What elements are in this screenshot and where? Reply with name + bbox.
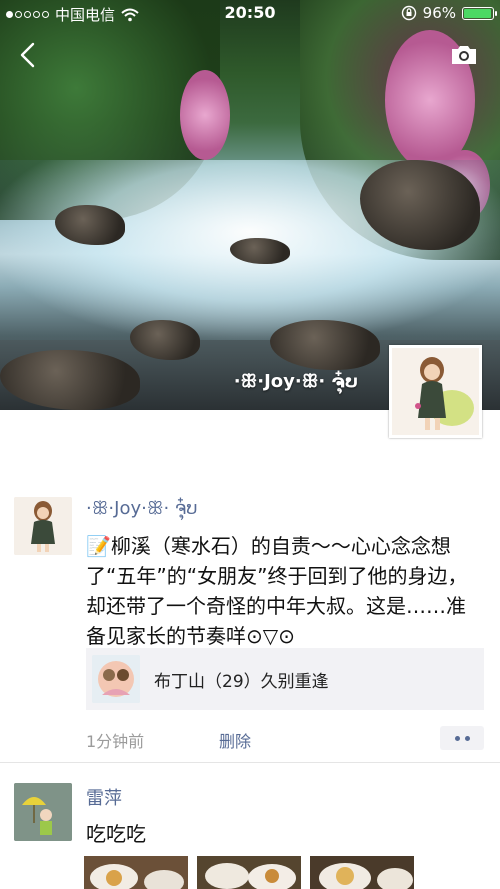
shared-link-thumbnail xyxy=(92,655,140,703)
status-right: 96% xyxy=(401,4,497,22)
post-photo[interactable] xyxy=(197,856,301,889)
dot xyxy=(454,735,460,741)
chevron-left-icon[interactable] xyxy=(14,40,44,70)
post-photo[interactable] xyxy=(310,856,414,889)
post-timestamp: 1分钟前 xyxy=(86,732,145,751)
battery-icon xyxy=(462,6,497,20)
avatar-illustration xyxy=(14,497,72,555)
post-text: 吃吃吃 xyxy=(86,822,146,846)
shared-link-card[interactable]: 布丁山（29）久别重逢 xyxy=(86,648,484,710)
avatar-illustration xyxy=(392,348,479,435)
cover-blossom xyxy=(180,70,230,160)
cover-rock xyxy=(270,320,380,370)
dot xyxy=(464,735,470,741)
battery-fill xyxy=(464,8,491,18)
post-photo[interactable] xyxy=(84,856,188,889)
post-author-name[interactable]: ·ꕥ·Joy·ꕥ· ຈຸ໋ບ xyxy=(86,498,198,519)
cover-avatar[interactable] xyxy=(389,345,482,438)
orientation-lock-icon xyxy=(401,5,416,21)
cover-rock xyxy=(130,320,200,360)
post-author-name[interactable]: 雷萍 xyxy=(86,784,122,810)
status-bar: 中国电信 20:50 96% xyxy=(0,0,500,28)
post-author-avatar[interactable] xyxy=(14,783,72,841)
shared-link-title: 布丁山（29）久别重逢 xyxy=(154,671,329,692)
post-author-avatar[interactable] xyxy=(14,497,72,555)
more-dots-icon[interactable] xyxy=(440,726,484,750)
post-text: 📝柳溪（寒水石）的自责～～心心念念想了“五年”的“女朋友”终于回到了他的身边，却… xyxy=(86,534,468,648)
cover-user-name: ·ꕥ·Joy·ꕥ· ຈຸ໋ບ xyxy=(233,371,358,392)
camera-icon[interactable] xyxy=(450,44,478,66)
cover-rock xyxy=(0,350,140,410)
delete-post-link[interactable]: 删除 xyxy=(219,728,251,752)
avatar-illustration xyxy=(14,783,72,841)
battery-percent: 96% xyxy=(422,4,456,22)
post-divider xyxy=(0,762,500,763)
